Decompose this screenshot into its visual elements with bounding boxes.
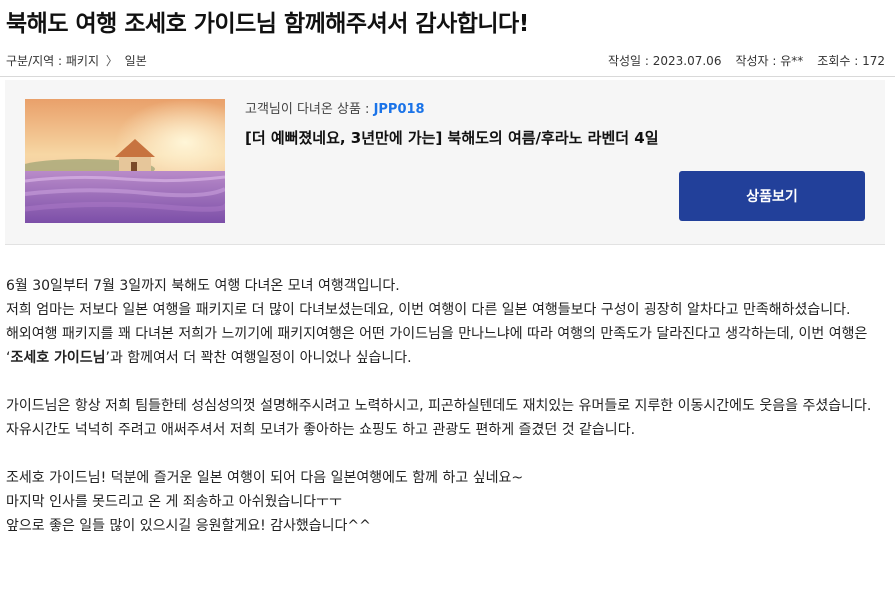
review-paragraph: 마지막 인사를 못드리고 온 게 죄송하고 아쉬웠습니다ㅜㅜ xyxy=(6,494,342,510)
header-divider xyxy=(0,76,895,77)
post-author: 작성자 : 유** xyxy=(735,53,804,68)
lavender-field-photo[interactable] xyxy=(25,99,225,223)
product-info: 고객님이 다녀온 상품 : JPP018 [더 예뻐졌네요, 3년만에 가는] … xyxy=(245,98,865,148)
product-code-label: 고객님이 다녀온 상품 : xyxy=(245,102,374,117)
review-paragraph: 저희 엄마는 저보다 일본 여행을 패키지로 더 많이 다녀보셨는데요, 이번 … xyxy=(6,302,851,318)
review-paragraph: 조세호 가이드님! 덕분에 즐거운 일본 여행이 되어 다음 일본여행에도 함께… xyxy=(6,470,524,486)
product-code-line: 고객님이 다녀온 상품 : JPP018 xyxy=(245,98,865,117)
category-breadcrumb: 구분/지역 : 패키지 〉 일본 xyxy=(6,52,147,69)
review-paragraph: 6월 30일부터 7월 3일까지 북해도 여행 다녀온 모녀 여행객입니다. xyxy=(6,278,400,294)
view-count: 조회수 : 172 xyxy=(817,53,885,68)
chevron-right-icon: 〉 xyxy=(105,53,118,68)
review-text: ’과 함께여서 더 꽉찬 여행일정이 아니었나 싶습니다. xyxy=(105,350,412,366)
category-label: 구분/지역 : 패키지 xyxy=(6,53,99,68)
post-title: 북해도 여행 조세호 가이드님 함께해주셔서 감사합니다! xyxy=(6,11,529,37)
review-body: 6월 30일부터 7월 3일까지 북해도 여행 다녀온 모녀 여행객입니다. 저… xyxy=(6,274,886,538)
view-product-button[interactable]: 상품보기 xyxy=(679,171,865,221)
review-paragraph: 앞으로 좋은 일들 많이 있으시길 응원할게요! 감사했습니다^^ xyxy=(6,518,371,534)
review-paragraph: 자유시간도 넉넉히 주려고 애써주셔서 저희 모녀가 좋아하는 쇼핑도 하고 관… xyxy=(6,422,636,438)
region-label: 일본 xyxy=(124,53,147,68)
review-paragraph: 해외여행 패키지를 꽤 다녀본 저희가 느끼기에 패키지여행은 어떤 가이드님을… xyxy=(6,322,886,370)
post-stats: 작성일 : 2023.07.06 작성자 : 유** 조회수 : 172 xyxy=(608,52,885,69)
product-name[interactable]: [더 예뻐졌네요, 3년만에 가는] 북해도의 여름/후라노 라벤더 4일 xyxy=(245,127,865,148)
post-date: 작성일 : 2023.07.06 xyxy=(607,53,722,68)
product-card: 고객님이 다녀온 상품 : JPP018 [더 예뻐졌네요, 3년만에 가는] … xyxy=(5,80,885,245)
review-paragraph: 가이드님은 항상 저희 팀들한테 성심성의껏 설명해주시려고 노력하시고, 피곤… xyxy=(6,398,872,414)
product-code-link[interactable]: JPP018 xyxy=(374,102,425,117)
guide-name-highlight: 조세호 가이드님 xyxy=(10,350,106,366)
post-meta: 구분/지역 : 패키지 〉 일본 작성일 : 2023.07.06 작성자 : … xyxy=(6,50,885,70)
